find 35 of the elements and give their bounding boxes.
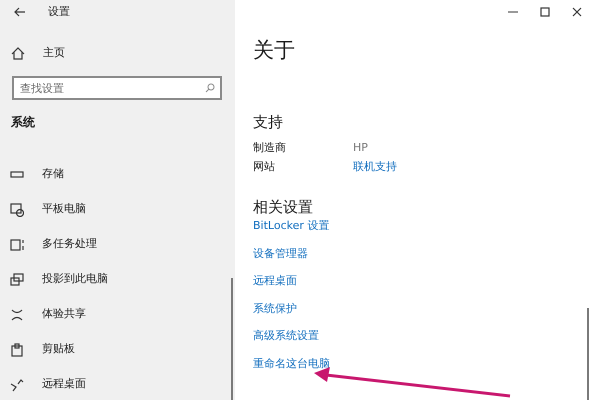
sidebar-item[interactable]: 体验共享	[42, 306, 86, 323]
sidebar-item[interactable]: 剪贴板	[42, 341, 75, 358]
close-icon	[572, 7, 582, 17]
multitask-icon	[10, 238, 24, 252]
info-label: 制造商	[253, 140, 287, 156]
settings-link[interactable]: 设备管理器	[253, 246, 308, 260]
section-heading: 相关设置	[253, 198, 314, 216]
maximize-icon	[540, 7, 550, 17]
window-title: 设置	[48, 4, 70, 20]
settings-link[interactable]: BitLocker 设置	[253, 219, 330, 232]
page-title: 关于	[253, 38, 296, 64]
share-icon	[10, 308, 24, 322]
remote-desktop-icon	[10, 378, 24, 392]
info-value: HP	[353, 140, 368, 156]
support-link[interactable]: 联机支持	[353, 159, 397, 178]
search-icon	[205, 83, 215, 93]
sidebar-item[interactable]: 多任务处理	[42, 236, 97, 253]
sidebar-item[interactable]: 远程桌面	[42, 376, 86, 393]
info-label: 网站	[253, 159, 276, 176]
back-icon	[14, 7, 26, 17]
settings-link[interactable]: 系统保护	[253, 302, 297, 315]
home-icon	[11, 46, 25, 60]
section-heading: 支持	[253, 113, 284, 132]
clipboard-icon	[10, 342, 24, 356]
settings-link[interactable]: 重命名这台电脑	[253, 356, 330, 370]
settings-link[interactable]: 远程桌面	[253, 274, 297, 288]
tablet-icon	[10, 202, 24, 216]
sidebar-item[interactable]: 平板电脑	[42, 201, 86, 218]
sidebar-item[interactable]: 投影到此电脑	[42, 271, 108, 288]
section-heading: 系统	[10, 114, 36, 131]
project-icon	[10, 272, 24, 286]
settings-link[interactable]: 高级系统设置	[253, 329, 319, 342]
search-field[interactable]: 查找设置	[12, 76, 222, 100]
home-link[interactable]: 主页	[43, 44, 65, 62]
sidebar-item[interactable]: 存储	[42, 166, 64, 183]
